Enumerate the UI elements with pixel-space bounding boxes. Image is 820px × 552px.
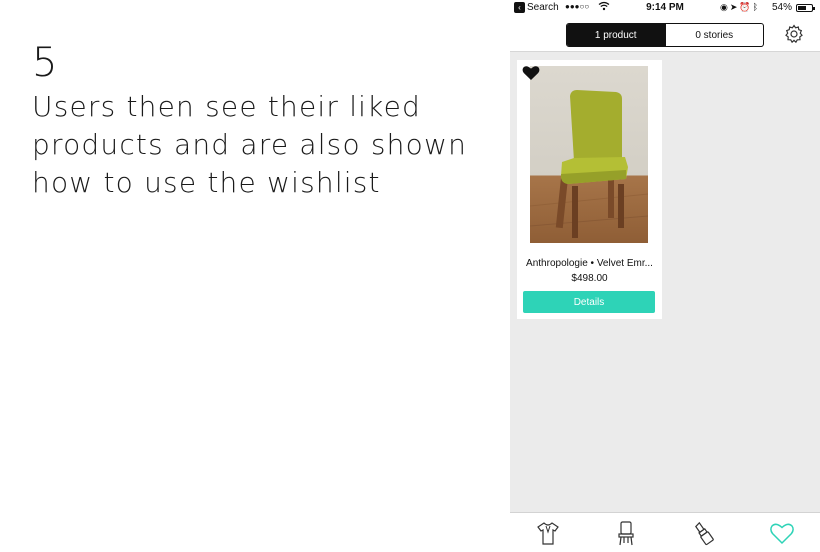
heart-icon[interactable] — [768, 519, 796, 547]
location-icon: ➤ — [729, 2, 740, 12]
status-bar: ‹ Search ●●●○○ 9:14 PM ◉➤⏰ᛒ 54% — [510, 0, 820, 16]
onboarding-caption: 5 Users then see their liked products an… — [32, 40, 502, 202]
orientation-lock-icon: ◉ — [720, 2, 730, 12]
clothing-icon[interactable] — [534, 519, 562, 547]
caption-line-2: products and are also shown — [32, 128, 468, 161]
battery-percentage: 54% — [772, 2, 793, 13]
nav-bar: 1 product 0 stories — [510, 16, 820, 52]
product-card[interactable]: Anthropologie • Velvet Emr... $498.00 De… — [517, 60, 662, 319]
product-price: $498.00 — [571, 273, 608, 284]
alarm-icon: ⏰ — [739, 2, 753, 12]
status-icons: ◉➤⏰ᛒ — [720, 2, 760, 13]
product-name: Anthropologie • Velvet Emr... — [526, 258, 653, 269]
caption-line-1: Users then see their liked — [32, 90, 421, 123]
segmented-control: 1 product 0 stories — [566, 23, 764, 47]
step-number: 5 — [32, 40, 58, 86]
tab-products[interactable]: 1 product — [567, 24, 665, 46]
tab-bar — [510, 512, 820, 552]
bluetooth-icon: ᛒ — [752, 2, 761, 12]
gear-icon[interactable] — [784, 24, 804, 44]
battery-icon — [796, 4, 815, 12]
phone-screen: ‹ Search ●●●○○ 9:14 PM ◉➤⏰ᛒ 54% 1 produc… — [510, 0, 820, 552]
details-button[interactable]: Details — [523, 291, 655, 313]
tab-stories[interactable]: 0 stories — [664, 24, 764, 46]
chair-icon[interactable] — [612, 519, 640, 547]
liked-heart-icon[interactable] — [522, 65, 540, 81]
lipstick-icon[interactable] — [690, 519, 718, 547]
caption-line-3: how to use the wishlist — [32, 166, 381, 199]
caption-text: Users then see their liked products and … — [32, 88, 502, 202]
product-image[interactable] — [530, 66, 648, 243]
